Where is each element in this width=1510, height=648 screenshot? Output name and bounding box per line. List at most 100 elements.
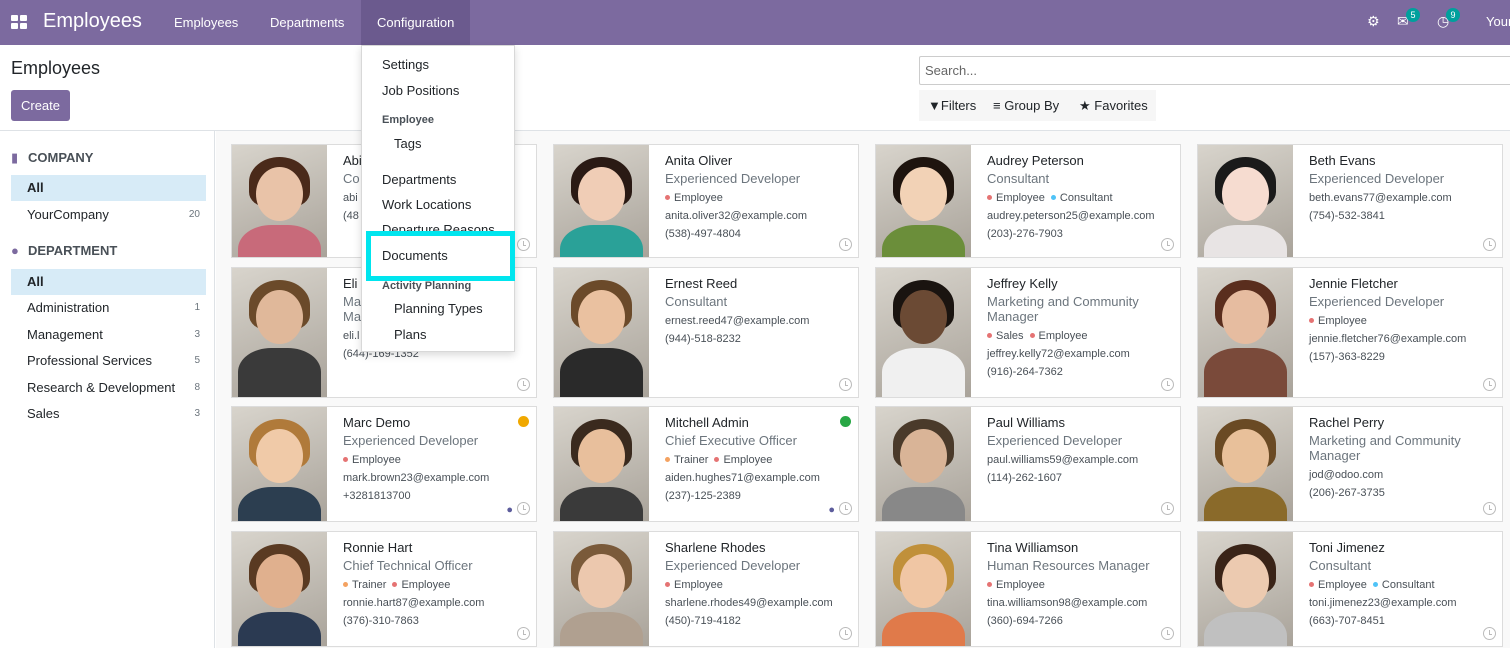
avatar-face xyxy=(900,429,947,483)
user-menu[interactable]: Your xyxy=(1486,14,1510,29)
menu-item-departments[interactable]: Departments xyxy=(382,172,456,187)
activity-clock-icon[interactable] xyxy=(1483,238,1496,251)
employee-card[interactable]: Ronnie Hart Chief Technical Officer Traine… xyxy=(231,531,537,647)
chat-bubble-icon[interactable]: ● xyxy=(506,504,513,516)
activity-clock-icon[interactable] xyxy=(517,627,530,640)
menu-item-plans[interactable]: Plans xyxy=(394,327,427,342)
employee-email: paul.williams59@example.com xyxy=(987,454,1139,466)
debug-bug-icon[interactable]: ⚙ xyxy=(1367,13,1380,30)
app-title: Employees xyxy=(43,10,142,32)
tag-color-dot xyxy=(665,457,670,462)
employee-card[interactable]: Audrey Peterson Consultant Employee Consult… xyxy=(875,144,1181,258)
avatar-body xyxy=(238,348,321,397)
employee-phone: (663)-707-8451 xyxy=(1309,615,1385,627)
apps-menu-icon[interactable] xyxy=(11,15,27,29)
favorites-button[interactable]: ★ Favorites xyxy=(1079,98,1148,114)
employee-card[interactable]: Paul Williams Experienced Developer paul.w… xyxy=(875,406,1181,522)
employee-name: Toni Jimenez xyxy=(1309,540,1385,555)
employee-job-title: Human Resources Manager xyxy=(987,558,1150,573)
group-by-button[interactable]: ≡ Group By xyxy=(993,98,1059,113)
search-box[interactable] xyxy=(919,56,1510,85)
activity-clock-icon[interactable] xyxy=(1161,378,1174,391)
menu-item-planning-types[interactable]: Planning Types xyxy=(394,301,483,316)
company-item-yourcompany[interactable]: YourCompany 20 xyxy=(11,202,206,228)
search-input[interactable] xyxy=(920,57,1510,84)
create-button[interactable]: Create xyxy=(11,90,70,121)
employee-card[interactable]: Marc Demo Experienced Developer Employee ma… xyxy=(231,406,537,522)
employee-card[interactable]: Beth Evans Experienced Developer beth.evan… xyxy=(1197,144,1503,258)
employee-card[interactable]: Sharlene Rhodes Experienced Developer Empl… xyxy=(553,531,859,647)
messages-badge: 5 xyxy=(1406,8,1420,22)
activity-clock-icon[interactable] xyxy=(839,502,852,515)
avatar-body xyxy=(1204,225,1287,257)
activity-clock-icon[interactable] xyxy=(1161,627,1174,640)
employee-avatar xyxy=(232,268,327,397)
menu-item-departure-reasons[interactable]: Departure Reasons xyxy=(382,222,495,231)
menu-departments[interactable]: Departments xyxy=(254,0,360,45)
employee-avatar xyxy=(554,532,649,646)
employee-name: Anita Oliver xyxy=(665,153,733,168)
activities-clock-icon[interactable]: ◷ 9 xyxy=(1437,8,1460,30)
chat-bubble-icon[interactable]: ● xyxy=(828,504,835,516)
department-item-sales[interactable]: Sales 3 xyxy=(11,401,206,427)
avatar-body xyxy=(560,348,643,397)
activity-clock-icon[interactable] xyxy=(839,378,852,391)
tag-color-dot xyxy=(665,582,670,587)
employee-phone: (538)-497-4804 xyxy=(665,228,741,240)
department-item-research-development[interactable]: Research & Development 8 xyxy=(11,375,206,401)
activity-clock-icon[interactable] xyxy=(517,238,530,251)
menu-item-work-locations[interactable]: Work Locations xyxy=(382,197,471,212)
employee-avatar xyxy=(876,268,971,397)
tag-color-dot xyxy=(665,195,670,200)
employee-tag: Consultant xyxy=(1050,192,1113,204)
employee-info: Jeffrey Kelly Marketing and Community Man… xyxy=(987,276,1174,378)
activity-clock-icon[interactable] xyxy=(517,378,530,391)
employee-name: Beth Evans xyxy=(1309,153,1376,168)
filters-button[interactable]: ▼Filters xyxy=(928,98,976,113)
department-item-professional-services[interactable]: Professional Services 5 xyxy=(11,348,206,374)
activity-clock-icon[interactable] xyxy=(517,502,530,515)
employee-card[interactable]: Rachel Perry Marketing and Community Mana… xyxy=(1197,406,1503,522)
employee-card[interactable]: Toni Jimenez Consultant Employee Consultant… xyxy=(1197,531,1503,647)
department-item-all[interactable]: All xyxy=(11,269,206,295)
employee-card[interactable]: Tina Williamson Human Resources Manager Em… xyxy=(875,531,1181,647)
avatar-face xyxy=(1222,290,1269,344)
employee-avatar xyxy=(232,407,327,521)
employee-job-title: Experienced Developer xyxy=(343,433,479,448)
activity-clock-icon[interactable] xyxy=(839,238,852,251)
activity-clock-icon[interactable] xyxy=(1161,238,1174,251)
activity-clock-icon[interactable] xyxy=(1483,627,1496,640)
employee-card[interactable]: Jeffrey Kelly Marketing and Community Man… xyxy=(875,267,1181,398)
menu-item-tags[interactable]: Tags xyxy=(394,136,421,151)
activity-clock-icon[interactable] xyxy=(1161,502,1174,515)
employee-card[interactable]: Ernest Reed Consultant ernest.reed47@examp… xyxy=(553,267,859,398)
menu-configuration[interactable]: Configuration xyxy=(361,0,470,45)
department-item-management[interactable]: Management 3 xyxy=(11,322,206,348)
employee-avatar xyxy=(554,268,649,397)
employee-tags: Employee Consultant xyxy=(987,192,1174,204)
menu-employees[interactable]: Employees xyxy=(158,0,254,45)
employee-email: ronnie.hart87@example.com xyxy=(343,597,485,609)
company-item-all[interactable]: All xyxy=(11,175,206,201)
menu-item-job-positions[interactable]: Job Positions xyxy=(382,83,459,98)
employee-card[interactable]: Jennie Fletcher Experienced Developer Empl… xyxy=(1197,267,1503,398)
messages-icon[interactable]: ✉ 5 xyxy=(1397,8,1420,30)
tag-color-dot xyxy=(714,457,720,462)
employee-job-title: Experienced Developer xyxy=(665,558,801,573)
avatar-face xyxy=(1222,429,1269,483)
activity-clock-icon[interactable] xyxy=(1483,502,1496,515)
top-navbar: Employees Employees Departments Configur… xyxy=(0,0,1510,45)
activity-clock-icon[interactable] xyxy=(1483,378,1496,391)
employee-phone: (157)-363-8229 xyxy=(1309,351,1385,363)
menu-item-settings[interactable]: Settings xyxy=(382,57,429,72)
activity-clock-icon[interactable] xyxy=(839,627,852,640)
employee-tag: Employee xyxy=(1309,315,1367,327)
avatar-body xyxy=(882,348,965,397)
employee-card[interactable]: Anita Oliver Experienced Developer Employe… xyxy=(553,144,859,258)
department-item-administration[interactable]: Administration 1 xyxy=(11,295,206,321)
avatar-body xyxy=(560,612,643,646)
employee-card[interactable]: Mitchell Admin Chief Executive Officer Tra… xyxy=(553,406,859,522)
employee-job-title: Consultant xyxy=(987,171,1050,186)
employee-avatar xyxy=(1198,407,1293,521)
avatar-body xyxy=(560,487,643,521)
